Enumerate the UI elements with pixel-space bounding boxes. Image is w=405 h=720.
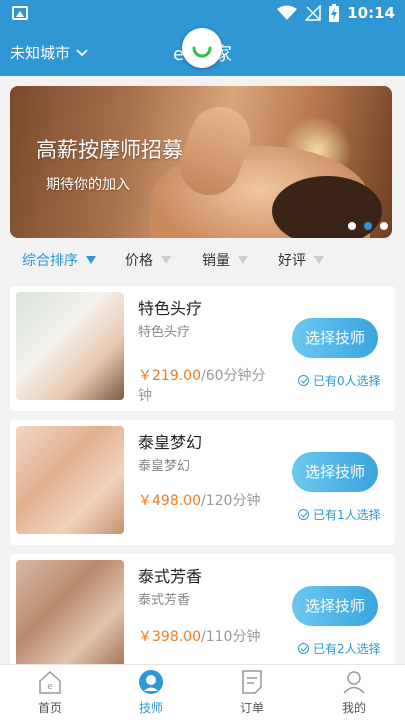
sort-arrow-icon xyxy=(86,256,96,264)
service-price: ￥498.00/120分钟 xyxy=(138,493,261,509)
wifi-icon xyxy=(277,5,298,20)
sort-arrow-icon xyxy=(238,256,248,264)
service-card[interactable]: 泰皇梦幻 泰皇梦幻 ￥498.00/120分钟 选择技师 已有1人选择 xyxy=(10,420,395,545)
chosen-count: 已有0人选择 xyxy=(298,372,381,389)
check-circle-icon xyxy=(298,643,309,654)
tab-technician[interactable]: 技师 xyxy=(121,669,181,716)
sort-comprehensive[interactable]: 综合排序 xyxy=(22,250,96,270)
carousel-dots xyxy=(348,222,388,230)
tab-profile[interactable]: 我的 xyxy=(324,669,384,716)
sort-arrow-icon xyxy=(161,256,171,264)
sort-bar: 综合排序 价格 销量 好评 xyxy=(0,242,405,276)
choose-technician-button[interactable]: 选择技师 xyxy=(292,586,378,626)
technician-icon xyxy=(139,670,163,694)
clock: 10:14 xyxy=(347,4,395,22)
home-icon: e xyxy=(39,670,61,694)
service-card[interactable]: 泰式芳香 泰式芳香 ￥398.00/110分钟 选择技师 已有2人选择 xyxy=(10,554,395,679)
chosen-count: 已有2人选择 xyxy=(298,640,381,657)
service-name: 泰式芳香 xyxy=(138,567,203,586)
app-header: 未知城市 e家 xyxy=(0,28,405,76)
battery-charging-icon xyxy=(329,4,340,22)
sort-rating[interactable]: 好评 xyxy=(278,250,324,270)
check-circle-icon xyxy=(298,375,309,386)
service-card[interactable]: 特色头疗 特色头疗 ￥219.00/60分钟分钟 选择技师 已有0人选择 xyxy=(10,286,395,411)
service-image xyxy=(16,560,124,668)
choose-technician-button[interactable]: 选择技师 xyxy=(292,318,378,358)
sort-sales[interactable]: 销量 xyxy=(202,250,248,270)
loading-spinner-icon xyxy=(182,28,222,68)
status-bar: 10:14 xyxy=(0,0,405,28)
carousel-dot-active[interactable] xyxy=(364,222,372,230)
banner-subtitle: 期待你的加入 xyxy=(46,177,130,193)
service-desc: 泰式芳香 xyxy=(138,593,191,608)
no-signal-icon xyxy=(305,5,321,21)
service-name: 特色头疗 xyxy=(138,299,203,318)
image-notification-icon xyxy=(12,6,28,20)
promo-banner[interactable]: 高薪按摩师招募 期待你的加入 xyxy=(10,86,392,238)
sort-price[interactable]: 价格 xyxy=(125,250,171,270)
carousel-dot[interactable] xyxy=(380,222,388,230)
chosen-count: 已有1人选择 xyxy=(298,506,381,523)
tab-home[interactable]: e 首页 xyxy=(20,669,80,716)
sort-arrow-icon xyxy=(314,256,324,264)
bottom-tab-bar: e 首页 技师 订单 我的 xyxy=(0,664,405,720)
tab-orders[interactable]: 订单 xyxy=(222,669,282,716)
order-icon xyxy=(242,670,262,694)
service-price: ￥398.00/110分钟 xyxy=(138,629,261,645)
service-name: 泰皇梦幻 xyxy=(138,433,203,452)
svg-text:e: e xyxy=(47,682,53,692)
service-image xyxy=(16,426,124,534)
carousel-dot[interactable] xyxy=(348,222,356,230)
check-circle-icon xyxy=(298,509,309,520)
service-desc: 特色头疗 xyxy=(138,325,191,340)
service-image xyxy=(16,292,124,400)
profile-icon xyxy=(343,671,365,694)
service-desc: 泰皇梦幻 xyxy=(138,459,191,474)
service-price: ￥219.00/60分钟分钟 xyxy=(138,368,266,404)
banner-title: 高薪按摩师招募 xyxy=(36,138,183,162)
choose-technician-button[interactable]: 选择技师 xyxy=(292,452,378,492)
